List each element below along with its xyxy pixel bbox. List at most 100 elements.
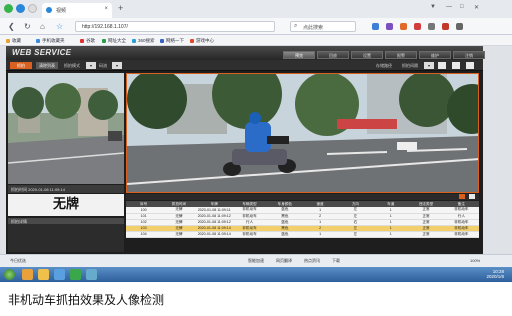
apps-icon[interactable]: [428, 23, 435, 30]
stream-select[interactable]: ▾: [112, 62, 122, 69]
interval-label: 抓拍间隔: [402, 63, 418, 68]
windows-taskbar: 10:28 2020/1/8: [0, 267, 512, 282]
app-toolbar: 抓拍 清除列表 抓拍模式 ▾ 码流 ▾ 存储路径 抓拍间隔 ▾: [6, 60, 483, 71]
video-controls-strip: [126, 194, 479, 200]
folder-icon: [6, 38, 10, 43]
bookmark-item[interactable]: 360搜索: [132, 38, 155, 44]
menu-icon[interactable]: [456, 23, 463, 30]
app-taskbar-icon[interactable]: [86, 269, 97, 280]
browser-logo-icon: [4, 4, 13, 13]
back-icon[interactable]: ❮: [8, 22, 15, 31]
tab-favicon-icon: [46, 7, 52, 13]
bookmark-item[interactable]: 游戏中心: [190, 38, 214, 44]
favorites-icon[interactable]: [16, 4, 25, 13]
mode-select[interactable]: ▾: [86, 62, 96, 69]
tab-close-icon[interactable]: ×: [104, 6, 108, 12]
table-cell: 无牌: [161, 231, 197, 238]
table-row[interactable]: 104 无牌 2020-01-08 11:09:14 非机动车 蓝色 1 左 1 正常 非机动车: [126, 231, 479, 238]
download-icon[interactable]: [400, 23, 407, 30]
camera-icon[interactable]: [466, 62, 474, 69]
home-icon[interactable]: ⌂: [40, 22, 45, 31]
snapshot-button[interactable]: 抓拍: [10, 62, 32, 69]
system-clock[interactable]: 10:28 2020/1/8: [486, 269, 504, 279]
tab-preview[interactable]: 预览: [283, 51, 315, 59]
extension-icon[interactable]: [386, 23, 393, 30]
live-video[interactable]: [126, 73, 479, 193]
tab-active[interactable]: 视频 ×: [42, 3, 112, 18]
bookmark-item[interactable]: 收藏: [6, 38, 21, 44]
maximize-icon[interactable]: □: [460, 4, 464, 10]
clear-list-button[interactable]: 清除列表: [36, 62, 58, 69]
table-cell: 正常: [408, 231, 444, 238]
explorer-icon[interactable]: [38, 269, 49, 280]
translate-icon[interactable]: [372, 23, 379, 30]
refresh-icon[interactable]: ↻: [24, 22, 31, 31]
status-item[interactable]: 下载: [332, 258, 340, 264]
bookmarks-bar: 收藏 手机收藏夹 谷歌 网址大全 360搜索 网络一下 游戏中心: [0, 35, 512, 46]
close-window-icon[interactable]: ✕: [474, 4, 479, 11]
minimize-icon[interactable]: —: [446, 4, 452, 10]
status-item[interactable]: 智能加速: [248, 258, 264, 264]
snapshot-image: [8, 73, 124, 184]
search-placeholder: 点此搜索: [303, 25, 324, 31]
status-item[interactable]: 网页翻译: [276, 258, 292, 264]
snap-control-icon[interactable]: [459, 194, 465, 199]
plate-text: 无牌: [8, 194, 124, 216]
settings-control-icon[interactable]: [469, 194, 475, 199]
mail-icon[interactable]: [414, 23, 421, 30]
tab-maintenance[interactable]: 维护: [419, 51, 451, 59]
browser-taskbar-icon[interactable]: [70, 269, 81, 280]
browser-status-bar: 今日优选 智能加速 网页翻译 热点资讯 下载 100%: [0, 254, 512, 267]
bookmark-item[interactable]: 谷歌: [80, 38, 95, 44]
video-frame-image: [127, 74, 478, 192]
browser-tab-strip: 视频 × + ▼ — □ ✕: [0, 0, 512, 18]
figure-caption: 非机动车抓拍效果及人像检测: [8, 293, 165, 307]
tab-settings[interactable]: 设置: [351, 51, 383, 59]
web-service-app: WEB SERVICE 预览 回放 设置 报警 维护 注销 抓拍 清除列表 抓拍…: [6, 46, 485, 254]
record-icon[interactable]: [452, 62, 460, 69]
capture-table: 序号 抓拍时间 车牌 车辆类型 车身颜色 速度 方向 车道 违法类型 备注 10…: [126, 201, 479, 238]
table-cell: 2020-01-08 11:09:14: [196, 231, 232, 238]
table-cell: 左: [337, 231, 374, 238]
table-cell: 非机动车: [231, 231, 268, 238]
star-icon[interactable]: ☆: [56, 22, 63, 31]
zoom-level[interactable]: 100%: [470, 258, 480, 263]
game-icon: [190, 38, 194, 43]
ie-icon[interactable]: [22, 269, 33, 280]
status-left[interactable]: 今日优选: [10, 258, 26, 264]
media-icon[interactable]: [54, 269, 65, 280]
tab-title: 视频: [56, 8, 67, 14]
status-item[interactable]: 热点资讯: [304, 258, 320, 264]
start-button-icon[interactable]: [4, 269, 15, 280]
tab-alarm[interactable]: 报警: [385, 51, 417, 59]
storage-path-label: 存储路径: [376, 63, 392, 68]
left-detail-panel: 抓拍详情: [8, 218, 124, 252]
screenshot: 视频 × + ▼ — □ ✕ ❮ ↻ ⌂ ☆ http://192.168.1.…: [0, 0, 512, 282]
profile-icon[interactable]: [28, 4, 37, 13]
search-input[interactable]: ⌕ 点此搜索: [290, 21, 356, 32]
mode-label: 抓拍模式: [64, 63, 80, 68]
tab-logout[interactable]: 注销: [453, 51, 485, 59]
table-cell: 非机动车: [443, 231, 479, 238]
folder-icon: [36, 38, 40, 43]
app-logo: WEB SERVICE: [12, 48, 72, 57]
clock-date: 2020/1/8: [486, 274, 504, 279]
new-tab-icon[interactable]: +: [118, 3, 123, 13]
history-icon[interactable]: [442, 23, 449, 30]
snapshot-info: 抓拍时间 2020-01-08 11:09:14: [8, 185, 124, 193]
interval-select[interactable]: ▾: [424, 62, 434, 69]
fullscreen-icon[interactable]: [438, 62, 446, 69]
address-bar-row: ❮ ↻ ⌂ ☆ http://192.168.1.107/ ⌕ 点此搜索: [0, 18, 512, 35]
bookmark-item[interactable]: 手机收藏夹: [36, 38, 65, 44]
app-header: WEB SERVICE 预览 回放 设置 报警 维护 注销: [6, 46, 485, 60]
snapshot-street-image: [8, 73, 124, 184]
table-cell: 104: [126, 231, 162, 238]
bookmark-item[interactable]: 网络一下: [160, 38, 184, 44]
link-icon: [80, 38, 84, 43]
shield-icon[interactable]: ▼: [430, 4, 436, 10]
table-cell: 蓝色: [267, 231, 303, 238]
bookmark-item[interactable]: 网址大全: [102, 38, 126, 44]
tab-playback[interactable]: 回放: [317, 51, 349, 59]
search-icon: ⌕: [294, 23, 298, 29]
url-input[interactable]: http://192.168.1.107/: [75, 21, 275, 32]
